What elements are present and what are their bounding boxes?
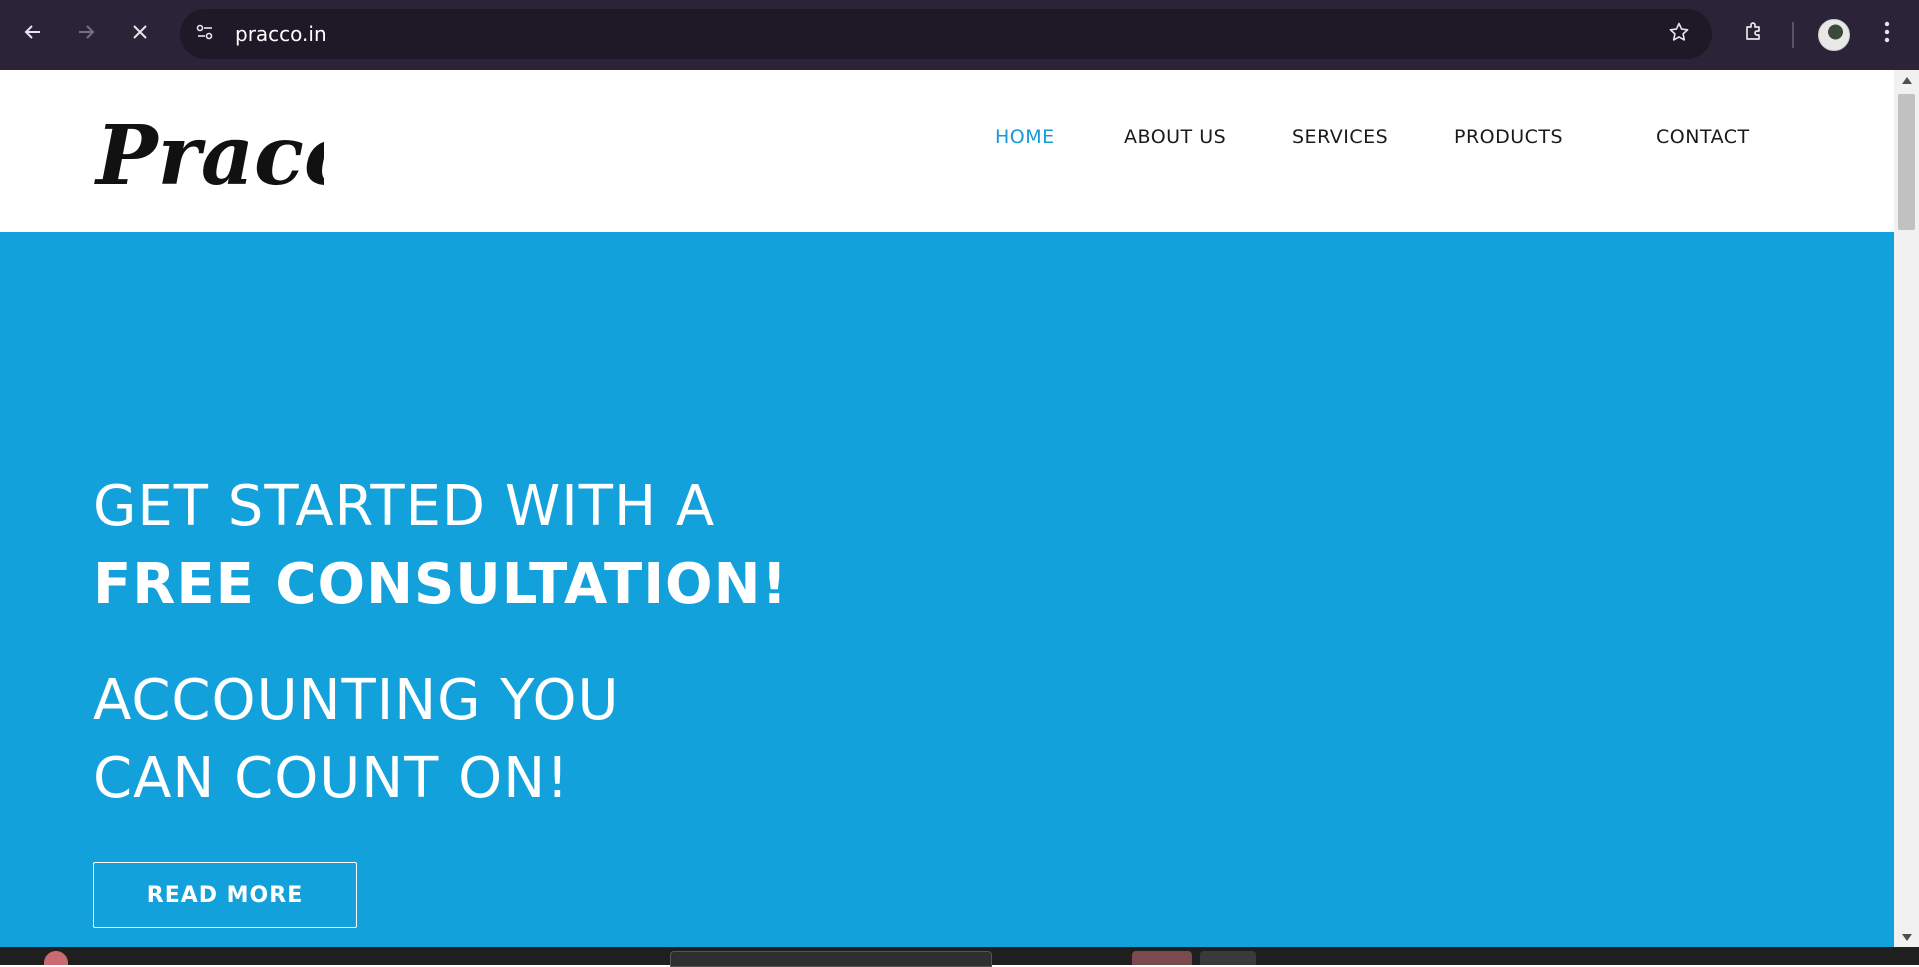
- main-navigation: HOME ABOUT US SERVICES PRODUCTS CONTACT: [0, 126, 1894, 156]
- triangle-up-icon: [1901, 71, 1912, 89]
- bookmark-button[interactable]: [1666, 21, 1692, 47]
- tune-icon: [195, 22, 215, 47]
- nav-home[interactable]: HOME: [995, 126, 1055, 148]
- scroll-thumb[interactable]: [1898, 94, 1915, 230]
- extensions-button[interactable]: [1738, 18, 1770, 50]
- page-scrollbar[interactable]: [1894, 70, 1919, 947]
- star-icon: [1668, 21, 1690, 48]
- puzzle-icon: [1742, 20, 1766, 49]
- address-bar[interactable]: pracco.in: [180, 9, 1712, 59]
- triangle-down-icon: [1901, 928, 1912, 946]
- hero-line-3: ACCOUNTING YOU: [93, 668, 620, 733]
- scroll-up-button[interactable]: [1894, 70, 1919, 90]
- stop-loading-button[interactable]: [124, 18, 156, 50]
- back-button[interactable]: [17, 18, 49, 50]
- read-more-button[interactable]: READ MORE: [93, 862, 357, 928]
- hero-section: GET STARTED WITH A FREE CONSULTATION! AC…: [0, 232, 1894, 947]
- taskbar-app-icon[interactable]: [1200, 951, 1256, 965]
- hero-headline-1: GET STARTED WITH A FREE CONSULTATION!: [93, 468, 788, 624]
- close-icon: [130, 22, 150, 47]
- site-info-button[interactable]: [192, 21, 218, 47]
- browser-toolbar: pracco.in: [0, 0, 1919, 70]
- logo-text: Pracco: [94, 108, 324, 204]
- arrow-left-icon: [22, 21, 44, 48]
- hero-line-1: GET STARTED WITH A: [93, 474, 716, 539]
- hero-line-4: CAN COUNT ON!: [93, 746, 570, 811]
- site-header: Pracco HOME ABOUT US SERVICES PRODUCTS C…: [0, 70, 1894, 232]
- taskbar-app-icon[interactable]: [1132, 951, 1192, 965]
- scroll-down-button[interactable]: [1894, 927, 1919, 947]
- toolbar-divider: [1792, 22, 1794, 48]
- nav-about-us[interactable]: ABOUT US: [1124, 126, 1226, 148]
- url-text[interactable]: pracco.in: [235, 9, 327, 59]
- os-taskbar: [0, 947, 1919, 967]
- taskbar-app-icon[interactable]: [44, 951, 68, 965]
- hero-line-2: FREE CONSULTATION!: [93, 552, 789, 617]
- forward-button[interactable]: [70, 18, 102, 50]
- profile-avatar[interactable]: [1818, 19, 1850, 51]
- nav-products[interactable]: PRODUCTS: [1454, 126, 1563, 148]
- browser-menu-button[interactable]: [1872, 18, 1902, 50]
- nav-services[interactable]: SERVICES: [1292, 126, 1388, 148]
- site-logo[interactable]: Pracco: [94, 108, 409, 208]
- hero-headline-2: ACCOUNTING YOU CAN COUNT ON!: [93, 662, 620, 818]
- vertical-dots-icon: [1884, 21, 1890, 48]
- page-viewport: Pracco HOME ABOUT US SERVICES PRODUCTS C…: [0, 70, 1894, 947]
- arrow-right-icon: [75, 21, 97, 48]
- nav-contact[interactable]: CONTACT: [1656, 126, 1750, 148]
